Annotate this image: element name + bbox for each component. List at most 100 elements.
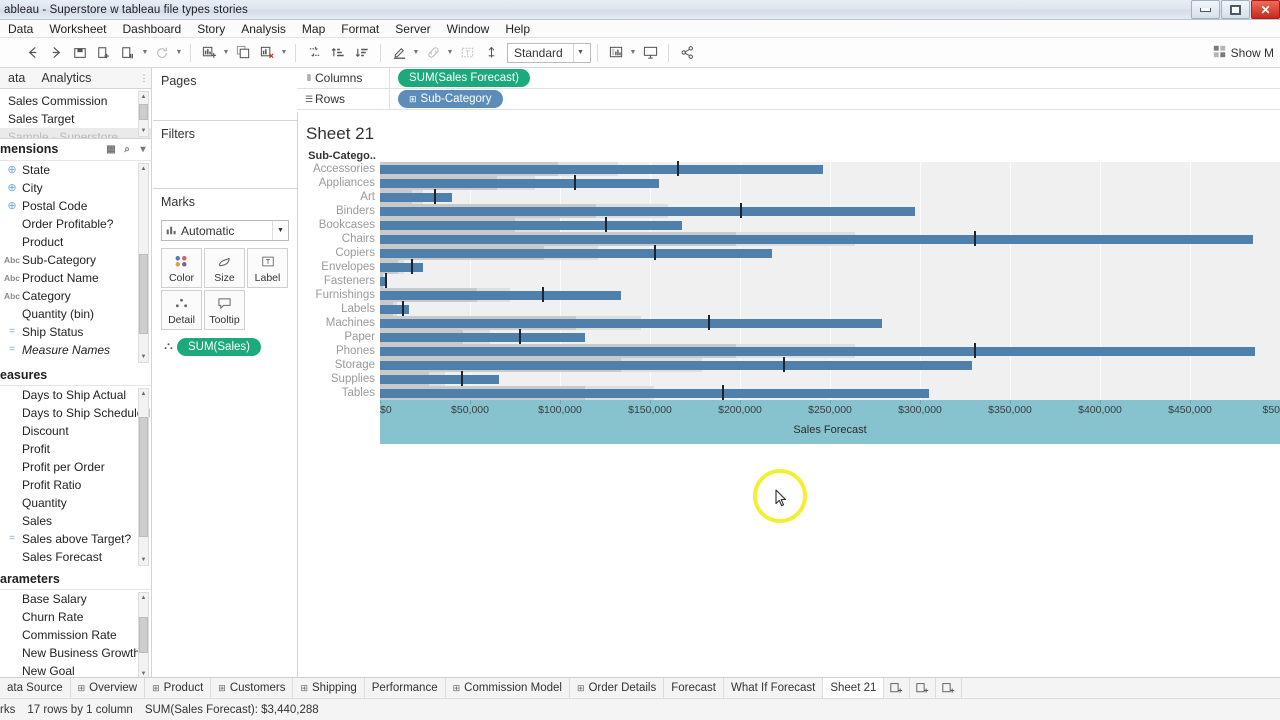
scroll-up-icon[interactable]: ▲ <box>139 389 148 399</box>
fit-icon[interactable] <box>479 41 503 65</box>
worksheet-tab-performance[interactable]: Performance <box>365 678 446 698</box>
marks-type-dropdown[interactable]: Automatic ▼ <box>161 220 289 241</box>
columns-shelf[interactable]: ⦀ Columns SUM(Sales Forecast) <box>297 67 1280 89</box>
pause-data-source-icon[interactable] <box>116 41 140 65</box>
menu-item-map[interactable]: Map <box>294 20 333 38</box>
menu-item-worksheet[interactable]: Worksheet <box>41 20 114 38</box>
menu-item-format[interactable]: Format <box>333 20 387 38</box>
forward-icon[interactable] <box>44 41 68 65</box>
bar-mark[interactable] <box>380 235 1253 244</box>
measure-days-to-ship-actual[interactable]: Days to Ship Actual <box>0 386 151 404</box>
marks-type-caret-icon[interactable]: ▼ <box>272 221 288 240</box>
worksheet-tab-overview[interactable]: ⊞ Overview <box>71 678 146 698</box>
fixed-axis-caret-icon[interactable]: ▼ <box>445 41 455 65</box>
bar-mark[interactable] <box>380 319 883 328</box>
fixed-axis-icon[interactable] <box>421 41 445 65</box>
rows-pill-sub-category[interactable]: ⊞ Sub-Category <box>398 90 503 108</box>
size-button[interactable]: Size <box>204 248 245 288</box>
chart-row[interactable]: Appliances <box>302 175 1280 191</box>
chart-row[interactable]: Binders <box>302 203 1280 219</box>
show-hide-cards-icon[interactable] <box>604 41 628 65</box>
menu-item-dashboard[interactable]: Dashboard <box>115 20 190 38</box>
scroll-up-icon[interactable]: ▲ <box>139 593 148 603</box>
parameter-new-business-growth[interactable]: New Business Growth <box>0 644 151 662</box>
bar-mark[interactable] <box>380 361 973 370</box>
sort-ascending-icon[interactable] <box>326 41 350 65</box>
worksheet-tab-order-details[interactable]: ⊞ Order Details <box>570 678 665 698</box>
dimensions-caret-icon[interactable]: ▾ <box>135 144 151 155</box>
scroll-down-icon[interactable]: ▼ <box>139 126 148 136</box>
dimension-city[interactable]: ⊕ City <box>0 179 151 197</box>
label-button[interactable]: T Label <box>247 248 288 288</box>
dimension-ship-status[interactable]: = Ship Status <box>0 323 151 341</box>
measure-quantity[interactable]: Quantity <box>0 494 151 512</box>
chart-row[interactable]: Phones <box>302 343 1280 359</box>
measure-sales[interactable]: Sales <box>0 512 151 530</box>
show-labels-icon[interactable]: T <box>455 41 479 65</box>
bar-mark[interactable] <box>380 221 683 230</box>
bar-mark[interactable] <box>380 263 424 272</box>
tab-analytics[interactable]: Analytics <box>33 68 99 88</box>
chart-row[interactable]: Supplies <box>302 371 1280 387</box>
maximize-button[interactable] <box>1221 0 1250 19</box>
bar-mark[interactable] <box>380 305 409 314</box>
chart-row[interactable]: Accessories <box>302 161 1280 177</box>
scroll-thumb[interactable] <box>139 104 148 121</box>
measure-sales-above-target[interactable]: = Sales above Target? <box>0 530 151 548</box>
parameters-scrollbar[interactable]: ▲ ▼ <box>138 591 149 681</box>
worksheet-tab-shipping[interactable]: ⊞ Shipping <box>293 678 365 698</box>
rows-shelf[interactable]: ☰ Rows ⊞ Sub-Category <box>297 88 1280 110</box>
save-icon[interactable] <box>68 41 92 65</box>
scroll-thumb[interactable] <box>139 616 148 653</box>
refresh-caret-icon[interactable]: ▼ <box>174 41 184 65</box>
bar-mark[interactable] <box>380 291 622 300</box>
worksheet-tab-forecast[interactable]: Forecast <box>664 678 724 698</box>
dimension-order-profitable[interactable]: Order Profitable? <box>0 215 151 233</box>
x-axis[interactable]: $0 $50,000 $100,000 $150,000 $200,000 $250,00… <box>380 400 1280 444</box>
search-icon[interactable]: ⌕ <box>119 144 135 155</box>
menu-item-help[interactable]: Help <box>497 20 538 38</box>
dimension-measure-names[interactable]: = Measure Names <box>0 341 151 359</box>
bar-mark[interactable] <box>380 333 586 342</box>
new-worksheet-caret-icon[interactable]: ▼ <box>221 41 231 65</box>
group-icon[interactable]: ▦ <box>103 144 119 155</box>
chart-row[interactable]: Envelopes <box>302 259 1280 275</box>
parameter-commission-rate[interactable]: Commission Rate <box>0 626 151 644</box>
worksheet-tab-commission-model[interactable]: ⊞ Commission Model <box>446 678 570 698</box>
scroll-up-icon[interactable]: ▲ <box>139 92 148 102</box>
dimension-category[interactable]: Abc Category <box>0 287 151 305</box>
measure-profit-per-order[interactable]: Profit per Order <box>0 458 151 476</box>
scroll-up-icon[interactable]: ▲ <box>139 164 148 174</box>
dimension-product[interactable]: Product <box>0 233 151 251</box>
dimension-state[interactable]: ⊕ State <box>0 161 151 179</box>
swap-rows-columns-icon[interactable] <box>302 41 326 65</box>
parameter-base-salary[interactable]: Base Salary <box>0 590 151 608</box>
chart-row[interactable]: Labels <box>302 301 1280 317</box>
datasource-item[interactable]: Sales Commission <box>0 92 151 110</box>
bar-mark[interactable] <box>380 389 929 398</box>
menu-item-analysis[interactable]: Analysis <box>233 20 294 38</box>
new-data-source-icon[interactable] <box>92 41 116 65</box>
bar-mark[interactable] <box>380 207 915 216</box>
tab-data[interactable]: ata <box>0 68 33 88</box>
chart-row[interactable]: Furnishings <box>302 287 1280 303</box>
menu-item-window[interactable]: Window <box>439 20 498 38</box>
chart-row[interactable]: Machines <box>302 315 1280 331</box>
close-button[interactable]: ✕ <box>1251 0 1280 19</box>
worksheet-tab-customers[interactable]: ⊞ Customers <box>211 678 294 698</box>
measure-discount[interactable]: Discount <box>0 422 151 440</box>
presentation-mode-icon[interactable] <box>638 41 662 65</box>
datasource-item[interactable]: Sample - Superstore <box>0 128 151 139</box>
chart-row[interactable]: Paper <box>302 329 1280 345</box>
bar-mark[interactable] <box>380 179 659 188</box>
scroll-down-icon[interactable]: ▼ <box>139 352 148 362</box>
chart-row[interactable]: Bookcases <box>302 217 1280 233</box>
measure-days-to-ship-scheduled[interactable]: Days to Ship Scheduled <box>0 404 151 422</box>
menu-item-data[interactable]: Data <box>0 20 41 38</box>
scroll-thumb[interactable] <box>139 253 148 334</box>
refresh-icon[interactable] <box>150 41 174 65</box>
tooltip-button[interactable]: Tooltip <box>204 290 245 330</box>
chart-row[interactable]: Chairs <box>302 231 1280 247</box>
clear-sheet-icon[interactable] <box>255 41 279 65</box>
worksheet-tab-what-if-forecast[interactable]: What If Forecast <box>724 678 824 698</box>
